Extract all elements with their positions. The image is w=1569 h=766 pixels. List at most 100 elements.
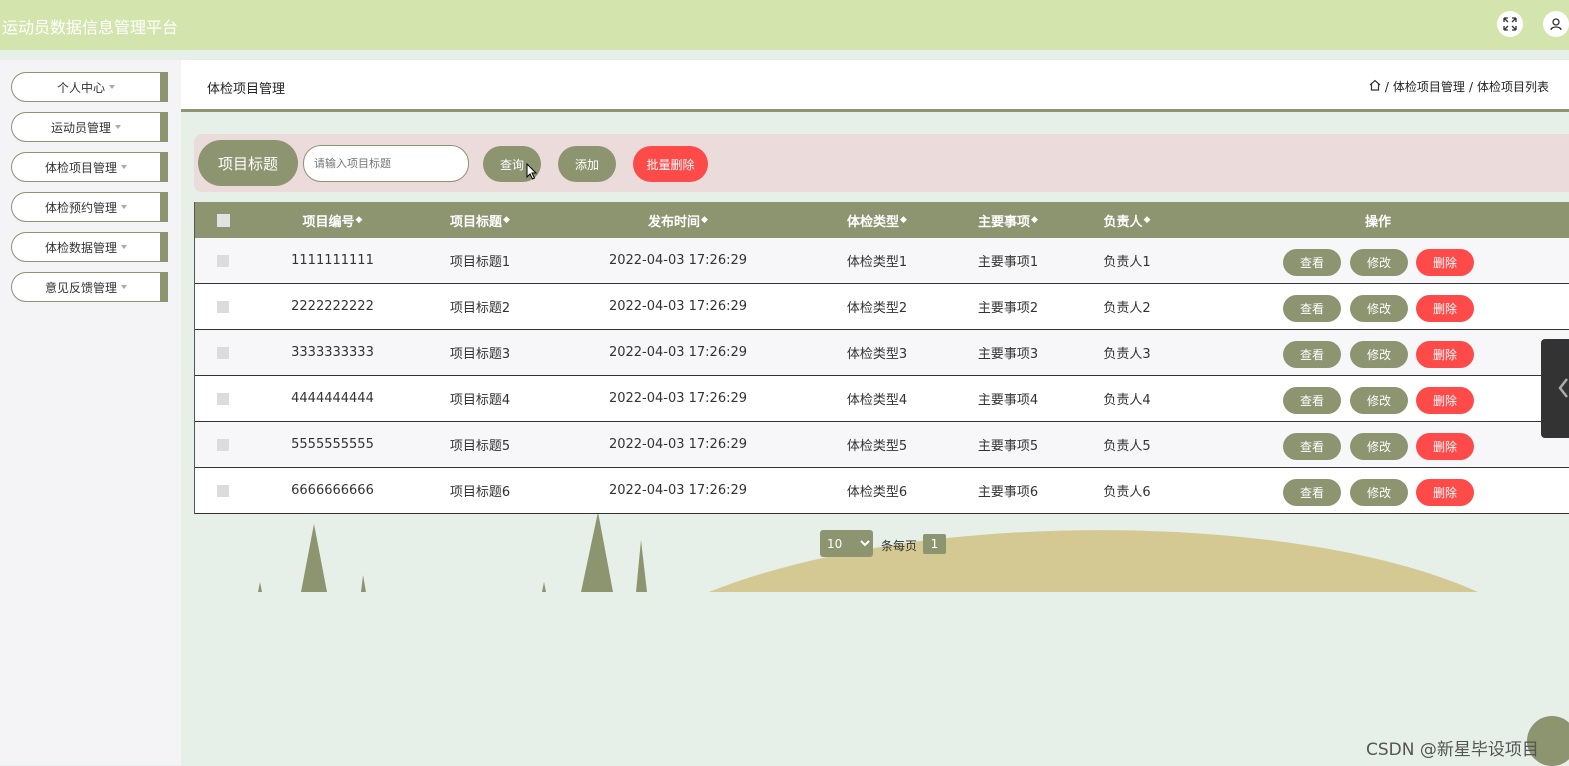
select-all-checkbox[interactable] <box>216 213 230 227</box>
row-select-cell <box>195 330 251 375</box>
view-button[interactable]: 查看 <box>1283 341 1341 368</box>
add-button[interactable]: 添加 <box>558 146 616 182</box>
sort-icon[interactable]: ◆ <box>900 215 907 225</box>
caret-down-icon <box>109 85 115 89</box>
view-button[interactable]: 查看 <box>1283 433 1341 460</box>
sidebar-item-feedback[interactable]: 意见反馈管理 <box>11 272 168 302</box>
table-row: 2222222222 项目标题2 2022-04-03 17:26:29 体检类型2 主… <box>195 284 1569 330</box>
delete-button[interactable]: 删除 <box>1416 295 1474 322</box>
delete-button[interactable]: 删除 <box>1416 433 1474 460</box>
cell-id: 5555555555 <box>291 437 374 452</box>
fullscreen-icon[interactable] <box>1497 11 1523 37</box>
caret-down-icon <box>121 285 127 289</box>
user-icon[interactable] <box>1543 11 1569 37</box>
cell-type: 体检类型1 <box>846 255 908 270</box>
cell-type: 体检类型5 <box>846 439 908 454</box>
column-header[interactable]: 项目标题 ◆ <box>435 202 525 238</box>
sort-icon[interactable]: ◆ <box>356 215 363 225</box>
sidebar-item-exam-appointments[interactable]: 体检预约管理 <box>11 192 168 222</box>
caret-down-icon <box>121 245 127 249</box>
row-checkbox[interactable] <box>217 438 229 451</box>
table-body: 1111111111 项目标题1 2022-04-03 17:26:29 体检类型1 主… <box>195 238 1569 514</box>
sidebar-item-athletes[interactable]: 运动员管理 <box>11 112 168 142</box>
breadcrumb-separator: / <box>1384 79 1389 94</box>
row-checkbox[interactable] <box>217 392 229 405</box>
cell-type: 体检类型4 <box>846 393 908 408</box>
column-header[interactable]: 体检类型 ◆ <box>825 202 929 238</box>
cell-title: 项目标题3 <box>449 347 511 362</box>
sidebar-item-personal-center[interactable]: 个人中心 <box>11 72 168 102</box>
edit-button[interactable]: 修改 <box>1350 295 1408 322</box>
sidebar-item-label: 体检项目管理 <box>44 160 117 175</box>
cell-type: 体检类型2 <box>846 301 908 316</box>
caret-down-icon <box>121 165 127 169</box>
side-drawer-tab[interactable] <box>1541 339 1569 438</box>
view-button[interactable]: 查看 <box>1283 295 1341 322</box>
delete-button[interactable]: 删除 <box>1416 479 1474 506</box>
edit-button[interactable]: 修改 <box>1350 249 1408 276</box>
row-select-cell <box>195 376 251 421</box>
delete-button[interactable]: 删除 <box>1416 341 1474 368</box>
edit-button[interactable]: 修改 <box>1350 341 1408 368</box>
cell-time: 2022-04-03 17:26:29 <box>608 253 748 268</box>
cell-time: 2022-04-03 17:26:29 <box>608 483 748 498</box>
sidebar-item-exam-projects[interactable]: 体检项目管理 <box>11 152 168 182</box>
cell-time: 2022-04-03 17:26:29 <box>608 391 748 406</box>
view-button[interactable]: 查看 <box>1283 387 1341 414</box>
edit-button[interactable]: 修改 <box>1350 479 1408 506</box>
cell-matter: 主要事项6 <box>977 485 1039 500</box>
cell-title: 项目标题6 <box>449 485 511 500</box>
sidebar-item-exam-data[interactable]: 体检数据管理 <box>11 232 168 262</box>
row-checkbox[interactable] <box>217 300 229 313</box>
table-row: 5555555555 项目标题5 2022-04-03 17:26:29 体检类型5 主… <box>195 422 1569 468</box>
cell-time: 2022-04-03 17:26:29 <box>608 299 748 314</box>
sidebar-item-label: 意见反馈管理 <box>44 280 117 295</box>
row-checkbox[interactable] <box>217 346 229 359</box>
edit-button[interactable]: 修改 <box>1350 387 1408 414</box>
edit-button[interactable]: 修改 <box>1350 433 1408 460</box>
watermark-text: CSDN @新星毕设项目 <box>1366 740 1539 760</box>
batch-delete-button[interactable]: 批量删除 <box>633 146 708 182</box>
breadcrumb: / 体检项目管理 / 体检项目列表 <box>1369 78 1549 95</box>
cell-owner: 负责人5 <box>1103 439 1151 454</box>
cell-matter: 主要事项4 <box>977 393 1039 408</box>
view-button[interactable]: 查看 <box>1283 479 1341 506</box>
home-icon[interactable] <box>1369 79 1381 94</box>
sort-icon[interactable]: ◆ <box>701 215 708 225</box>
page-size-select[interactable]: 10 <box>820 530 873 557</box>
cell-id: 2222222222 <box>291 299 374 314</box>
column-header[interactable]: 主要事项 ◆ <box>956 202 1060 238</box>
breadcrumb-item[interactable]: 体检项目管理 <box>1393 78 1465 95</box>
cell-id: 1111111111 <box>291 253 374 268</box>
search-input[interactable] <box>303 145 469 182</box>
cell-time: 2022-04-03 17:26:29 <box>608 345 748 360</box>
row-select-cell <box>195 468 251 513</box>
breadcrumb-separator: / <box>1468 79 1473 94</box>
caret-down-icon <box>121 205 127 209</box>
cell-owner: 负责人1 <box>1103 255 1151 270</box>
app-title: 运动员数据信息管理平台 <box>2 18 179 37</box>
sidebar-item-label: 运动员管理 <box>50 120 111 135</box>
column-header: 操作 <box>1364 214 1391 230</box>
delete-button[interactable]: 删除 <box>1416 249 1474 276</box>
sort-icon[interactable]: ◆ <box>503 215 510 225</box>
row-checkbox[interactable] <box>217 254 229 267</box>
cell-type: 体检类型6 <box>846 485 908 500</box>
column-header[interactable]: 发布时间 ◆ <box>585 202 771 238</box>
column-header[interactable]: 负责人 ◆ <box>1082 202 1172 238</box>
cell-id: 4444444444 <box>291 391 374 406</box>
main-header: 体检项目管理 / 体检项目管理 / 体检项目列表 <box>181 60 1569 112</box>
cell-title: 项目标题2 <box>449 301 511 316</box>
page-number-current[interactable]: 1 <box>923 534 946 554</box>
cell-matter: 主要事项1 <box>977 255 1039 270</box>
view-button[interactable]: 查看 <box>1283 249 1341 276</box>
cell-title: 项目标题1 <box>449 255 511 270</box>
column-header[interactable]: 项目编号 ◆ <box>285 202 380 238</box>
table-row: 3333333333 项目标题3 2022-04-03 17:26:29 体检类型3 主… <box>195 330 1569 376</box>
row-checkbox[interactable] <box>217 484 229 497</box>
sort-icon[interactable]: ◆ <box>1144 215 1151 225</box>
sort-icon[interactable]: ◆ <box>1031 215 1038 225</box>
search-label: 项目标题 <box>198 140 298 186</box>
cell-id: 6666666666 <box>291 483 374 498</box>
delete-button[interactable]: 删除 <box>1416 387 1474 414</box>
